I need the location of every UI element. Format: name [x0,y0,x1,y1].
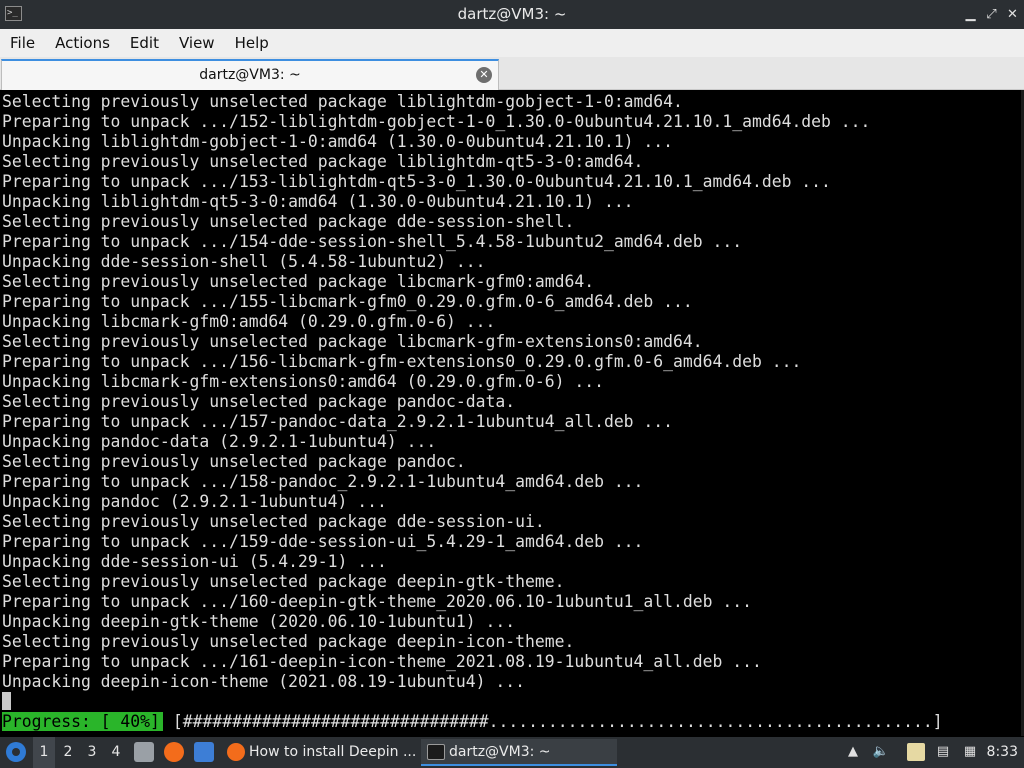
terminal-line: Preparing to unpack .../155-libcmark-gfm… [2,292,693,311]
terminal-line: Preparing to unpack .../154-dde-session-… [2,232,743,251]
taskbar: 1 2 3 4 How to install Deepin ... dartz@… [0,737,1024,768]
network-icon[interactable]: ▦ [961,743,979,761]
removable-media-icon[interactable]: ▤ [934,743,952,761]
progress-bar: [###############################........… [172,712,943,731]
menu-edit[interactable]: Edit [120,29,169,57]
terminal-line: Preparing to unpack .../153-liblightdm-q… [2,172,831,191]
minimize-button[interactable]: ▁ [962,6,979,23]
terminal-line: Unpacking libcmark-gfm-extensions0:amd64… [2,372,604,391]
close-button[interactable]: ✕ [1004,6,1021,23]
terminal-line: Unpacking liblightdm-gobject-1-0:amd64 (… [2,132,674,151]
task-terminal-label: dartz@VM3: ~ [449,744,551,760]
clipboard-icon[interactable] [907,743,925,761]
terminal-line: Selecting previously unselected package … [2,152,644,171]
tab-bar: dartz@VM3: ~ ✕ [0,57,1024,90]
start-menu-icon[interactable] [6,742,26,762]
terminal-lines: Selecting previously unselected package … [2,92,870,692]
terminal-line: Preparing to unpack .../156-libcmark-gfm… [2,352,802,371]
terminal-line: Preparing to unpack .../157-pandoc-data_… [2,412,674,431]
task-firefox-label: How to install Deepin ... [249,744,417,760]
terminal-line: Preparing to unpack .../159-dde-session-… [2,532,644,551]
menu-help[interactable]: Help [225,29,279,57]
maximize-button[interactable]: ⤢ [983,6,1000,23]
terminal-line: Preparing to unpack .../161-deepin-icon-… [2,652,762,671]
terminal-line: Selecting previously unselected package … [2,632,575,651]
terminal-line: Selecting previously unselected package … [2,92,683,111]
close-icon[interactable]: ✕ [476,67,492,83]
workspace-2[interactable]: 2 [57,737,79,768]
update-icon[interactable]: ▲ [844,743,862,761]
terminal-line: Selecting previously unselected package … [2,332,703,351]
task-firefox[interactable]: How to install Deepin ... [221,739,417,766]
terminal-line: Unpacking libcmark-gfm0:amd64 (0.29.0.gf… [2,312,496,331]
volume-icon[interactable]: 🔈 [872,743,890,761]
window-titlebar[interactable]: >_ dartz@VM3: ~ ▁ ⤢ ✕ [0,0,1024,29]
menu-actions[interactable]: Actions [45,29,120,57]
terminal-line: Unpacking pandoc-data (2.9.2.1-1ubuntu4)… [2,432,437,451]
terminal-icon [427,744,445,760]
menu-view[interactable]: View [169,29,225,57]
window-title: dartz@VM3: ~ [457,5,567,23]
terminal-line: Unpacking deepin-icon-theme (2021.08.19-… [2,672,526,691]
workspace-4[interactable]: 4 [105,737,127,768]
tab-terminal[interactable]: dartz@VM3: ~ ✕ [1,59,499,90]
terminal-line: Preparing to unpack .../160-deepin-gtk-t… [2,592,752,611]
progress-row: Progress: [ 40%] [#######################… [2,712,943,732]
progress-label: Progress: [ 40%] [2,712,163,731]
workspace-1[interactable]: 1 [33,737,55,768]
firefox-icon [227,743,245,761]
terminal-line: Unpacking liblightdm-qt5-3-0:amd64 (1.30… [2,192,634,211]
terminal-line: Unpacking pandoc (2.9.2.1-1ubuntu4) ... [2,492,387,511]
terminal-line: Unpacking dde-session-ui (5.4.29-1) ... [2,552,387,571]
menu-bar: File Actions Edit View Help [0,29,1024,57]
terminal-line: Selecting previously unselected package … [2,272,595,291]
show-desktop-icon[interactable] [194,742,214,762]
text-cursor [2,692,11,710]
tab-label: dartz@VM3: ~ [199,67,301,83]
clock[interactable]: 8:33 [987,737,1018,768]
terminal-line: Unpacking deepin-gtk-theme (2020.06.10-1… [2,612,516,631]
terminal-line: Selecting previously unselected package … [2,452,466,471]
terminal-line: Selecting previously unselected package … [2,392,516,411]
terminal-line: Selecting previously unselected package … [2,512,545,531]
workspace-3[interactable]: 3 [81,737,103,768]
menu-file[interactable]: File [0,29,45,57]
terminal-line: Selecting previously unselected package … [2,212,575,231]
task-terminal[interactable]: dartz@VM3: ~ [421,739,617,766]
terminal-line: Preparing to unpack .../152-liblightdm-g… [2,112,871,131]
terminal-line: Selecting previously unselected package … [2,572,565,591]
terminal-line: Preparing to unpack .../158-pandoc_2.9.2… [2,472,644,491]
file-manager-icon[interactable] [134,742,154,762]
terminal-line: Unpacking dde-session-shell (5.4.58-1ubu… [2,252,486,271]
firefox-launcher-icon[interactable] [164,742,184,762]
terminal-output[interactable]: Selecting previously unselected package … [0,90,1024,736]
